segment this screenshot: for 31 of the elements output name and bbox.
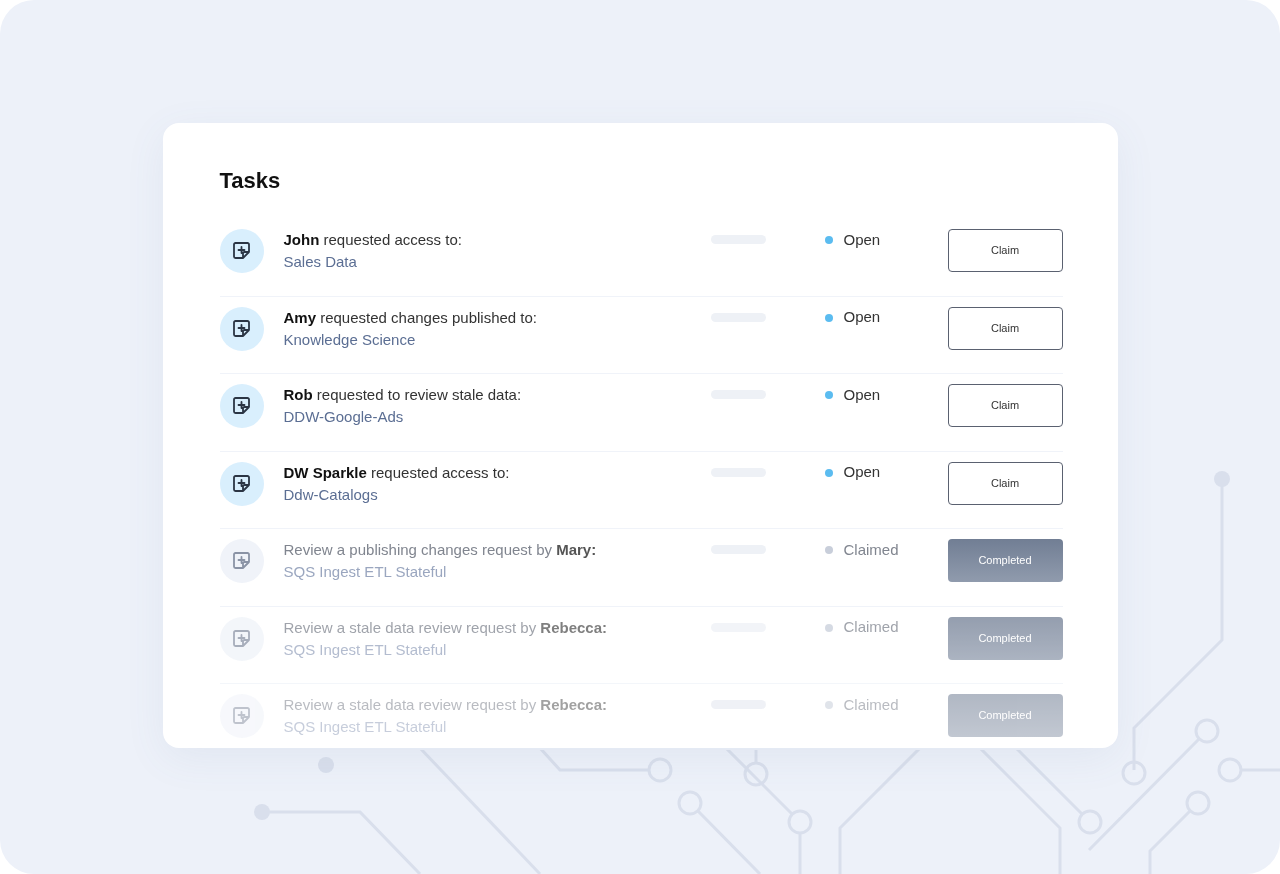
status-label: Open <box>843 229 881 250</box>
task-description: Review a stale data review request by Rebecca: <box>283 617 608 638</box>
claim-button[interactable]: Claim <box>947 461 1063 505</box>
note-plus-icon <box>230 240 253 262</box>
status-label: Claimed <box>843 694 899 715</box>
note-plus-icon <box>230 627 253 650</box>
task-description: John requested access to: <box>283 230 463 250</box>
note-plus-icon <box>230 705 253 727</box>
dataset-link[interactable]: DDW-Google-Ads <box>283 406 691 428</box>
task-description: DW Sparkle requested access to: <box>283 462 511 483</box>
status-label: Open <box>843 384 881 405</box>
dataset-link[interactable]: Ddw-Catalogs <box>283 483 691 506</box>
task-description: Review a stale data review request by Rebecca: <box>283 695 608 715</box>
card-title: Tasks <box>219 167 282 195</box>
claim-button[interactable]: Claim <box>947 306 1063 350</box>
claim-button[interactable]: Claim <box>947 229 1063 272</box>
task-description: Review a publishing changes request by Mary: <box>283 540 598 560</box>
task-description: Rob requested to review stale data: <box>283 385 523 405</box>
dataset-link[interactable]: Sales Data <box>283 251 691 273</box>
dataset-link[interactable]: Knowledge Science <box>283 328 691 351</box>
status-label: Open <box>843 307 881 328</box>
task-description: Amy requested changes published to: <box>283 307 538 328</box>
status-label: Claimed <box>843 539 899 560</box>
status-label: Claimed <box>843 617 899 638</box>
claim-button[interactable]: Claim <box>947 384 1063 427</box>
note-plus-icon <box>230 550 253 572</box>
note-plus-icon <box>230 317 253 340</box>
note-plus-icon <box>230 395 253 417</box>
note-plus-icon <box>230 472 253 495</box>
status-label: Open <box>843 462 881 483</box>
completed-button[interactable]: Completed <box>947 539 1063 582</box>
